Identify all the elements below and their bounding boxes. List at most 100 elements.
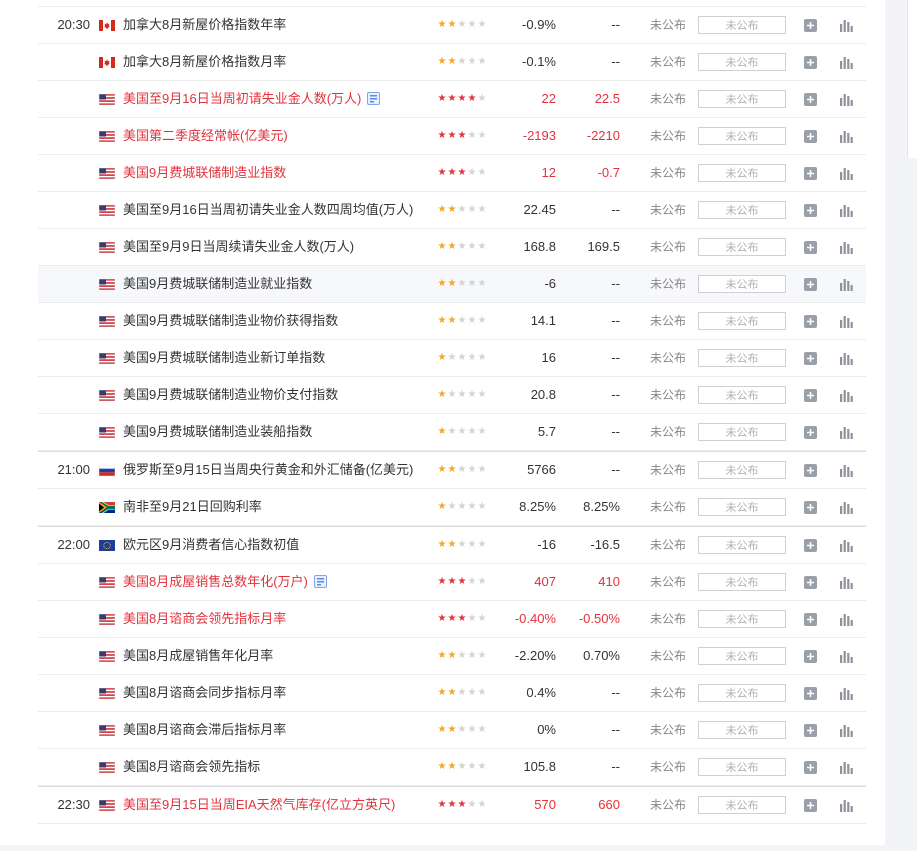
actual-value-box: 未公布: [698, 498, 786, 516]
add-alert-button[interactable]: [804, 93, 817, 106]
history-chart-icon[interactable]: [839, 464, 853, 477]
history-chart-icon[interactable]: [839, 130, 853, 143]
history-chart-icon[interactable]: [839, 389, 853, 402]
add-alert-button[interactable]: [804, 650, 817, 663]
history-chart-icon[interactable]: [839, 724, 853, 737]
add-alert-button[interactable]: [804, 19, 817, 32]
table-row[interactable]: 21:00 俄罗斯至9月15日当周央行黄金和外汇储备(亿美元) ★★★★★ 5766-…: [38, 451, 866, 489]
history-chart-icon[interactable]: [839, 315, 853, 328]
previous-value: 12: [541, 165, 556, 180]
table-row[interactable]: 美国8月谘商会领先指标月率 ★★★★★ -0.40% -0.50% 未公布 未公布: [38, 601, 866, 638]
add-alert-button[interactable]: [804, 539, 817, 552]
add-alert-button[interactable]: [804, 426, 817, 439]
table-row[interactable]: 美国8月谘商会同步指标月率 ★★★★★ 0.4% -- 未公布 未公布: [38, 675, 866, 712]
history-chart-icon[interactable]: [839, 278, 853, 291]
table-row[interactable]: 美国9月费城联储制造业物价支付指数 ★★★★★ 20.8 -- 未公布 未公布: [38, 377, 866, 414]
star-icon: ★: [437, 501, 447, 512]
previous-value: 5.7: [537, 424, 556, 439]
table-row[interactable]: 美国第二季度经常帐(亿美元) ★★★★★ -2193 -2210 未公布 未公布: [38, 118, 866, 155]
detail-badge-icon[interactable]: [367, 83, 381, 105]
add-alert-button[interactable]: [804, 241, 817, 254]
table-row[interactable]: 20:30 加拿大8月新屋价格指数年率 ★★★★★ -0.9% -- 未公布 未公布: [38, 7, 866, 44]
star-icon: ★: [467, 130, 477, 141]
event-name[interactable]: 欧元区9月消费者信心指数初值: [123, 527, 299, 563]
event-name[interactable]: 美国第二季度经常帐(亿美元): [123, 118, 288, 154]
event-name[interactable]: 美国8月谘商会领先指标: [123, 749, 260, 785]
history-chart-icon[interactable]: [839, 19, 853, 32]
table-row[interactable]: 美国8月谘商会领先指标 ★★★★★ 105.8 -- 未公布 未公布: [38, 749, 866, 786]
add-alert-button[interactable]: [804, 464, 817, 477]
event-name[interactable]: 美国9月费城联储制造业就业指数: [123, 266, 312, 302]
add-alert-button[interactable]: [804, 501, 817, 514]
add-alert-button[interactable]: [804, 576, 817, 589]
add-alert-button[interactable]: [804, 613, 817, 626]
add-alert-button[interactable]: [804, 389, 817, 402]
event-name[interactable]: 加拿大8月新屋价格指数月率: [123, 44, 286, 80]
event-name[interactable]: 美国至9月16日当周初请失业金人数(万人): [123, 81, 381, 117]
add-alert-button[interactable]: [804, 278, 817, 291]
history-chart-icon[interactable]: [839, 576, 853, 589]
history-chart-icon[interactable]: [839, 426, 853, 439]
table-row[interactable]: 美国至9月9日当周续请失业金人数(万人) ★★★★★ 168.8 169.5 未公布 未公…: [38, 229, 866, 266]
star-icon: ★: [457, 93, 467, 104]
detail-badge-icon[interactable]: [313, 566, 328, 588]
table-row[interactable]: 美国9月费城联储制造业新订单指数 ★★★★★ 16 -- 未公布 未公布: [38, 340, 866, 377]
history-chart-icon[interactable]: [839, 687, 853, 700]
history-chart-icon[interactable]: [839, 761, 853, 774]
event-name[interactable]: 南非至9月21日回购利率: [123, 489, 262, 525]
add-alert-button[interactable]: [804, 799, 817, 812]
add-alert-button[interactable]: [804, 204, 817, 217]
history-chart-icon[interactable]: [839, 539, 853, 552]
history-chart-icon[interactable]: [839, 613, 853, 626]
previous-value: 105.8: [523, 759, 556, 774]
event-name[interactable]: 美国8月成屋销售年化月率: [123, 638, 273, 674]
event-name[interactable]: 美国9月费城联储制造业新订单指数: [123, 340, 325, 376]
history-chart-icon[interactable]: [839, 501, 853, 514]
add-alert-button[interactable]: [804, 352, 817, 365]
event-name[interactable]: 美国8月谘商会同步指标月率: [123, 675, 286, 711]
history-chart-icon[interactable]: [839, 241, 853, 254]
event-name[interactable]: 美国8月成屋销售总数年化(万户): [123, 564, 328, 600]
event-name[interactable]: 美国至9月16日当周初请失业金人数四周均值(万人): [123, 192, 413, 228]
add-alert-button[interactable]: [804, 761, 817, 774]
table-row[interactable]: 美国9月费城联储制造业物价获得指数 ★★★★★ 14.1 -- 未公布 未公布: [38, 303, 866, 340]
event-name[interactable]: 美国9月费城联储制造业物价获得指数: [123, 303, 338, 339]
history-chart-icon[interactable]: [839, 799, 853, 812]
history-chart-icon[interactable]: [839, 56, 853, 69]
event-name[interactable]: 美国8月谘商会滞后指标月率: [123, 712, 286, 748]
table-row[interactable]: 美国9月费城联储制造业指数 ★★★★★ 12 -0.7 未公布 未公布: [38, 155, 866, 192]
table-row[interactable]: 22:00 欧元区9月消费者信心指数初值 ★★★★★ -16 -16.5 未公布 未公布: [38, 526, 866, 564]
add-alert-button[interactable]: [804, 724, 817, 737]
history-chart-icon[interactable]: [839, 93, 853, 106]
history-chart-icon[interactable]: [839, 650, 853, 663]
event-name[interactable]: 俄罗斯至9月15日当周央行黄金和外汇储备(亿美元): [123, 452, 413, 488]
table-row[interactable]: 加拿大8月新屋价格指数月率 ★★★★★ -0.1% -- 未公布 未公布: [38, 44, 866, 81]
table-row[interactable]: 美国8月成屋销售总数年化(万户) ★★★★★ 407 410 未公布 未公布: [38, 564, 866, 601]
add-alert-button[interactable]: [804, 315, 817, 328]
us-flag-icon: [98, 799, 116, 812]
add-alert-button[interactable]: [804, 687, 817, 700]
table-row[interactable]: 美国8月成屋销售年化月率 ★★★★★ -2.20% 0.70% 未公布 未公布: [38, 638, 866, 675]
actual-value-box: 未公布: [698, 90, 786, 108]
table-row[interactable]: 南非至9月21日回购利率 ★★★★★ 8.25% 8.25% 未公布 未公布: [38, 489, 866, 526]
event-name[interactable]: 美国9月费城联储制造业指数: [123, 155, 286, 191]
table-row[interactable]: 美国9月费城联储制造业装船指数 ★★★★★ 5.7 -- 未公布 未公布: [38, 414, 866, 451]
history-chart-icon[interactable]: [839, 204, 853, 217]
history-chart-icon[interactable]: [839, 167, 853, 180]
event-name[interactable]: 美国至9月15日当周EIA天然气库存(亿立方英尺): [123, 787, 395, 823]
event-name[interactable]: 美国9月费城联储制造业物价支付指数: [123, 377, 338, 413]
event-name[interactable]: 美国8月谘商会领先指标月率: [123, 601, 286, 637]
forecast-value: --: [611, 54, 620, 69]
event-name[interactable]: 美国至9月9日当周续请失业金人数(万人): [123, 229, 354, 265]
table-row[interactable]: 美国至9月16日当周初请失业金人数(万人) ★★★★★ 22 22.5 未公布 未公布: [38, 81, 866, 118]
table-row[interactable]: 美国9月费城联储制造业就业指数 ★★★★★ -6 -- 未公布 未公布: [38, 266, 866, 303]
table-row[interactable]: 美国至9月16日当周初请失业金人数四周均值(万人) ★★★★★ 22.45 -- 未公布…: [38, 192, 866, 229]
event-name[interactable]: 美国9月费城联储制造业装船指数: [123, 414, 312, 450]
table-row[interactable]: 美国8月谘商会滞后指标月率 ★★★★★ 0% -- 未公布 未公布: [38, 712, 866, 749]
table-row[interactable]: 22:30 美国至9月15日当周EIA天然气库存(亿立方英尺) ★★★★★ 570 66…: [38, 786, 866, 824]
add-alert-button[interactable]: [804, 167, 817, 180]
event-name[interactable]: 加拿大8月新屋价格指数年率: [123, 7, 286, 43]
history-chart-icon[interactable]: [839, 352, 853, 365]
add-alert-button[interactable]: [804, 130, 817, 143]
add-alert-button[interactable]: [804, 56, 817, 69]
